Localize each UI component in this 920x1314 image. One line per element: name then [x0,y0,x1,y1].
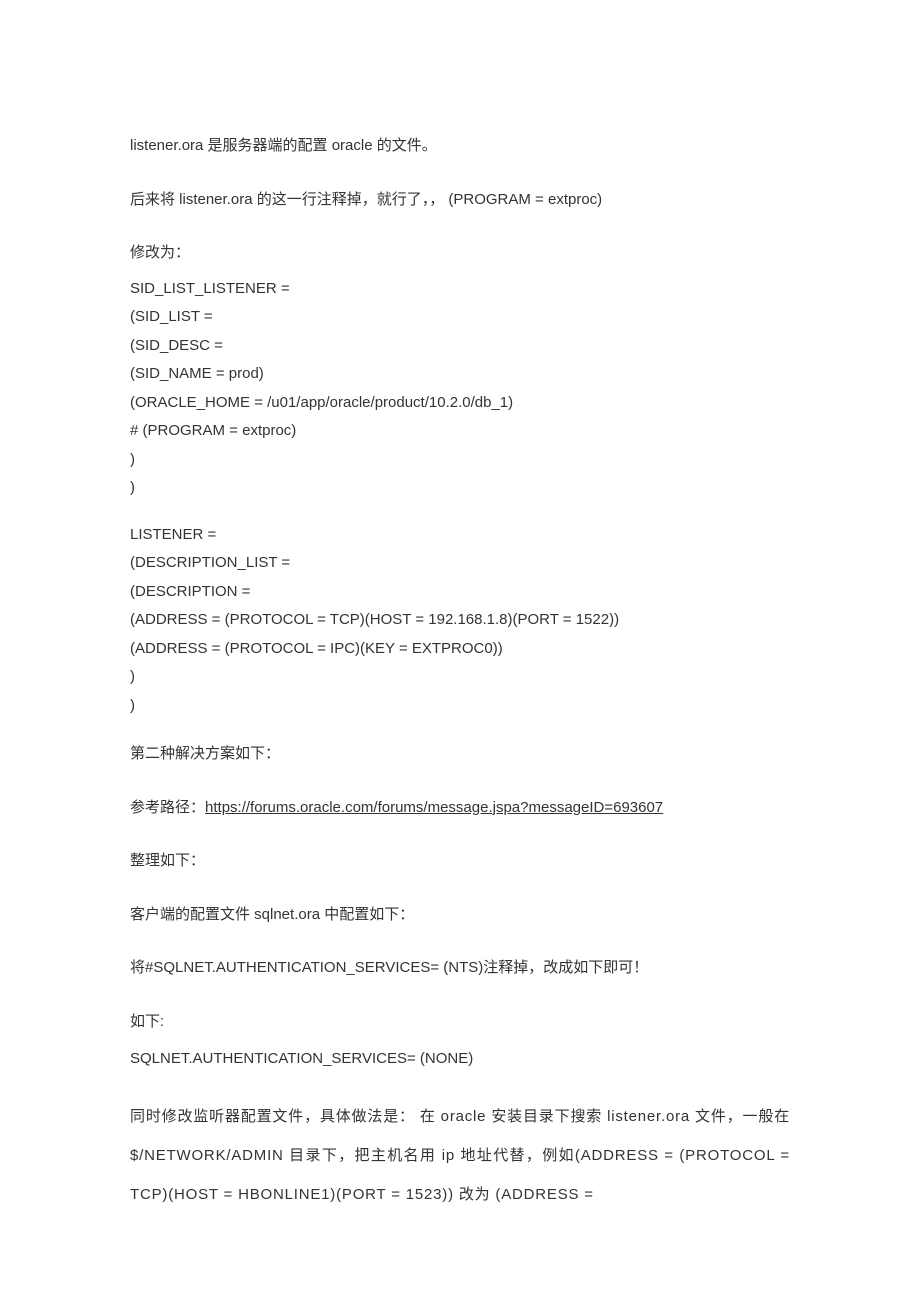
code-line: (SID_DESC = [130,332,790,361]
paragraph: 修改为： [130,237,790,269]
code-line: ) [130,446,790,475]
code-line: (SID_LIST = [130,303,790,332]
code-line: ) [130,474,790,503]
document-page: listener.ora 是服务器端的配置 oracle 的文件。 后来将 li… [0,0,920,1314]
code-line: SID_LIST_LISTENER = [130,275,790,304]
code-line: SQLNET.AUTHENTICATION_SERVICES= (NONE) [130,1043,790,1075]
paragraph: 整理如下： [130,845,790,877]
paragraph-reference: 参考路径：https://forums.oracle.com/forums/me… [130,792,790,824]
paragraph: 如下: [130,1006,790,1038]
code-line: (ADDRESS = (PROTOCOL = TCP)(HOST = 192.1… [130,606,790,635]
code-line: (ADDRESS = (PROTOCOL = IPC)(KEY = EXTPRO… [130,635,790,664]
paragraph: listener.ora 是服务器端的配置 oracle 的文件。 [130,130,790,162]
code-block-sid-list: SID_LIST_LISTENER = (SID_LIST = (SID_DES… [130,275,790,503]
code-line: ) [130,663,790,692]
paragraph: 同时修改监听器配置文件，具体做法是： 在 oracle 安装目录下搜索 list… [130,1097,790,1214]
code-line: (DESCRIPTION_LIST = [130,549,790,578]
reference-link[interactable]: https://forums.oracle.com/forums/message… [205,799,663,816]
code-block-listener: LISTENER = (DESCRIPTION_LIST = (DESCRIPT… [130,521,790,721]
paragraph: 将#SQLNET.AUTHENTICATION_SERVICES= (NTS)注… [130,952,790,984]
code-line: LISTENER = [130,521,790,550]
paragraph: 第二种解决方案如下： [130,738,790,770]
paragraph: 后来将 listener.ora 的这一行注释掉，就行了，， (PROGRAM … [130,184,790,216]
code-line: (ORACLE_HOME = /u01/app/oracle/product/1… [130,389,790,418]
code-line: ) [130,692,790,721]
code-line: (SID_NAME = prod) [130,360,790,389]
paragraph: 客户端的配置文件 sqlnet.ora 中配置如下： [130,899,790,931]
code-line: # (PROGRAM = extproc) [130,417,790,446]
reference-label: 参考路径： [130,799,205,816]
code-line: (DESCRIPTION = [130,578,790,607]
